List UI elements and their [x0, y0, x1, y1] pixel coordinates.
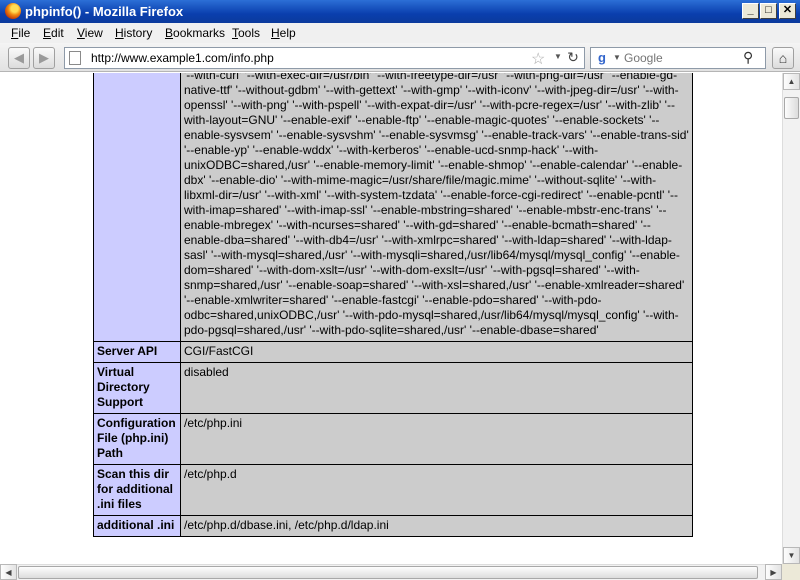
horizontal-scrollbar[interactable]: ◀ ▶ [0, 564, 782, 580]
row-key [93, 73, 181, 342]
row-key: Virtual Directory Support [93, 362, 181, 414]
menu-help[interactable]: Help [271, 26, 296, 40]
horizontal-scroll-thumb[interactable] [18, 566, 758, 579]
menu-view-rest: iew [84, 26, 103, 40]
back-button[interactable]: ◀ [8, 47, 30, 69]
url-text[interactable]: http://www.example1.com/info.php [91, 51, 274, 65]
table-row: additional .ini /etc/php.d/dbase.ini, /e… [93, 515, 693, 537]
scroll-down-button[interactable]: ▼ [783, 547, 800, 564]
menu-file[interactable]: File [11, 26, 30, 40]
vertical-scroll-thumb[interactable] [784, 97, 799, 119]
forward-button[interactable]: ▶ [33, 47, 55, 69]
title-bar: phpinfo() - Mozilla Firefox _ □ ✕ [0, 0, 800, 23]
row-value: /etc/php.ini [180, 413, 693, 465]
menu-view[interactable]: View [77, 26, 103, 40]
page-icon [69, 51, 81, 65]
firefox-icon[interactable] [5, 3, 21, 19]
url-dropdown-icon[interactable]: ▼ [554, 52, 562, 61]
navigation-toolbar: ◀ ▶ http://www.example1.com/info.php ☆ ▼… [0, 43, 800, 72]
url-bar[interactable]: http://www.example1.com/info.php ☆ ▼ [64, 47, 585, 69]
search-icon[interactable]: ⚲ [743, 49, 753, 66]
menu-bar: File Edit View History Bookmarks Tools H… [0, 23, 800, 43]
scrollbar-corner [782, 564, 800, 580]
reload-button[interactable]: ↻ [562, 47, 584, 67]
row-value: disabled [180, 362, 693, 414]
table-row: Scan this dir for additional .ini files … [93, 464, 693, 516]
window-title: phpinfo() - Mozilla Firefox [25, 4, 184, 19]
scroll-right-button[interactable]: ▶ [765, 564, 782, 580]
row-value: /etc/php.d/dbase.ini, /etc/php.d/ldap.in… [180, 515, 693, 537]
table-row: Server API CGI/FastCGI [93, 341, 693, 363]
menu-tools-rest: ools [238, 26, 261, 40]
menu-file-rest: ile [18, 26, 31, 40]
row-key: additional .ini [93, 515, 181, 537]
scroll-left-button[interactable]: ◀ [0, 564, 17, 580]
menu-tools[interactable]: Tools [232, 26, 260, 40]
menu-edit[interactable]: Edit [43, 26, 64, 40]
row-value: CGI/FastCGI [180, 341, 693, 363]
menu-edit-rest: dit [51, 26, 64, 40]
phpinfo-table: '--with-curl' '--with-exec-dir=/usr/bin'… [93, 73, 693, 537]
table-row: Virtual Directory Support disabled [93, 362, 693, 414]
google-icon[interactable]: g [594, 50, 610, 66]
table-row: Configuration File (php.ini) Path /etc/p… [93, 413, 693, 465]
row-value: /etc/php.d [180, 464, 693, 516]
row-key: Scan this dir for additional .ini files [93, 464, 181, 516]
row-value: '--with-curl' '--with-exec-dir=/usr/bin'… [180, 73, 693, 342]
scroll-up-button[interactable]: ▲ [783, 73, 800, 90]
minimize-button[interactable]: _ [742, 3, 759, 19]
row-key: Configuration File (php.ini) Path [93, 413, 181, 465]
menu-help-rest: elp [279, 26, 296, 40]
bookmark-star-icon[interactable]: ☆ [531, 49, 545, 69]
home-button[interactable]: ⌂ [772, 47, 794, 69]
menu-history[interactable]: History [115, 26, 152, 40]
menu-bookmarks-rest: ookmarks [173, 26, 226, 40]
page-content: '--with-curl' '--with-exec-dir=/usr/bin'… [0, 73, 782, 564]
search-bar[interactable]: g ▼ ⚲ [590, 47, 766, 69]
close-button[interactable]: ✕ [779, 3, 796, 19]
menu-history-rest: istory [123, 26, 153, 40]
maximize-button[interactable]: □ [760, 3, 777, 19]
vertical-scrollbar[interactable]: ▲ ▼ [782, 73, 800, 564]
search-engine-dropdown-icon[interactable]: ▼ [613, 53, 621, 62]
row-key: Server API [93, 341, 181, 363]
menu-bookmarks[interactable]: Bookmarks [165, 26, 225, 40]
search-input[interactable] [624, 50, 734, 66]
table-row: '--with-curl' '--with-exec-dir=/usr/bin'… [93, 73, 693, 342]
